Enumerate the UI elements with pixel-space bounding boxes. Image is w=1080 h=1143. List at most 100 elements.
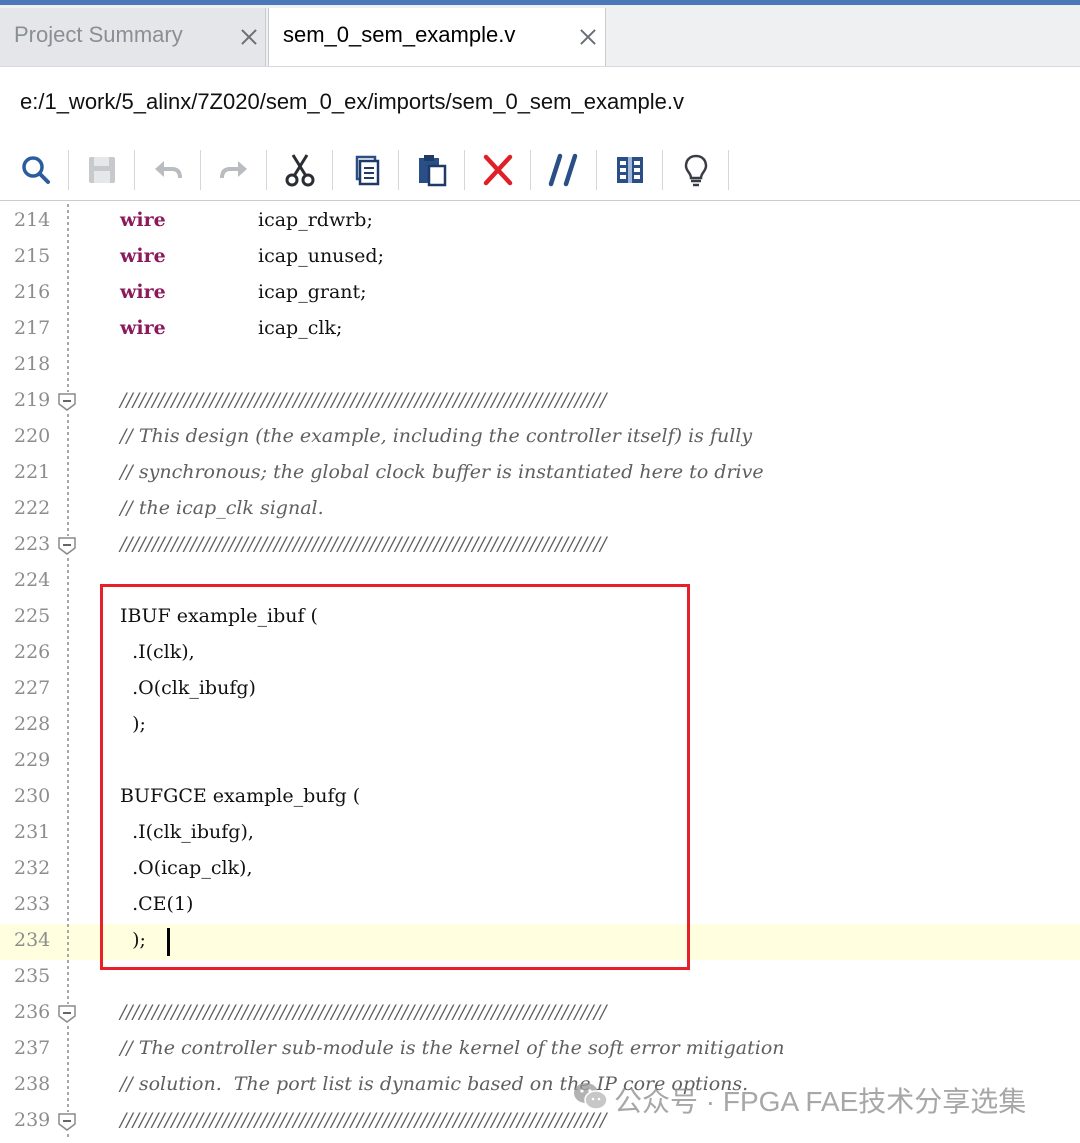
line-number: 219	[14, 389, 51, 411]
line-number: 216	[14, 281, 51, 303]
code-comment: // the icap_clk signal.	[120, 497, 324, 519]
gutter-marker	[67, 240, 69, 276]
gutter-marker	[67, 636, 69, 672]
close-icon[interactable]	[579, 28, 597, 46]
gutter-marker	[67, 420, 69, 456]
toolbar-separator	[728, 150, 729, 190]
line-number: 221	[14, 461, 51, 483]
line-number: 218	[14, 353, 51, 375]
code-line[interactable]: 217 wire icap_clk;	[0, 312, 1080, 348]
line-number: 222	[14, 497, 51, 519]
delete-icon[interactable]	[480, 152, 516, 188]
line-number: 225	[14, 605, 51, 627]
gutter-marker	[67, 276, 69, 312]
code-text: icap_clk;	[258, 317, 343, 339]
line-number: 238	[14, 1073, 51, 1095]
toolbar-separator	[596, 150, 597, 190]
highlight-annotation-box	[100, 584, 690, 970]
comment-icon[interactable]	[546, 152, 582, 188]
tab-sem-example-label: sem_0_sem_example.v	[283, 22, 516, 47]
code-line[interactable]: 215 wire icap_unused;	[0, 240, 1080, 276]
gutter-marker	[67, 348, 69, 384]
code-keyword: wire	[120, 317, 166, 339]
close-icon[interactable]	[240, 28, 258, 46]
code-text: icap_grant;	[258, 281, 367, 303]
fold-toggle-icon[interactable]	[57, 1112, 77, 1132]
gutter-marker	[67, 888, 69, 924]
line-number: 230	[14, 785, 51, 807]
gutter-marker	[67, 492, 69, 528]
gutter-marker	[67, 456, 69, 492]
code-keyword: wire	[120, 281, 166, 303]
tab-sem-example[interactable]: sem_0_sem_example.v	[268, 8, 606, 66]
code-line[interactable]: 236 /////////////////////////////////////…	[0, 996, 1080, 1032]
line-number: 224	[14, 569, 51, 591]
code-comment: // This design (the example, including t…	[120, 425, 753, 447]
gutter-marker	[67, 564, 69, 600]
code-keyword: wire	[120, 245, 166, 267]
line-number: 231	[14, 821, 51, 843]
save-icon[interactable]	[84, 152, 120, 188]
code-line[interactable]: 237 // The controller sub-module is the k…	[0, 1032, 1080, 1068]
code-line[interactable]: 219 /////////////////////////////////////…	[0, 384, 1080, 420]
code-keyword: wire	[120, 209, 166, 231]
gutter-marker	[67, 960, 69, 996]
bulb-icon[interactable]	[678, 152, 714, 188]
gutter-marker	[67, 708, 69, 744]
line-number: 235	[14, 965, 51, 987]
columns-icon[interactable]	[612, 152, 648, 188]
file-path-bar: e:/1_work/5_alinx/7Z020/sem_0_ex/imports…	[0, 66, 1080, 139]
code-line[interactable]: 218	[0, 348, 1080, 384]
tab-project-summary[interactable]: Project Summary	[0, 8, 266, 66]
editor-toolbar	[0, 140, 1080, 200]
code-line[interactable]: 222 // the icap_clk signal.	[0, 492, 1080, 528]
search-icon[interactable]	[18, 152, 54, 188]
gutter-marker	[67, 1068, 69, 1104]
gutter-marker	[67, 852, 69, 888]
paste-icon[interactable]	[414, 152, 450, 188]
code-comment: // synchronous; the global clock buffer …	[120, 461, 764, 483]
fold-toggle-icon[interactable]	[57, 392, 77, 412]
gutter-marker	[67, 924, 69, 960]
line-number: 232	[14, 857, 51, 879]
code-line[interactable]: 214 wire icap_rdwrb;	[0, 204, 1080, 240]
code-text: icap_unused;	[258, 245, 384, 267]
code-line[interactable]: 220 // This design (the example, includin…	[0, 420, 1080, 456]
code-comment: ////////////////////////////////////////…	[120, 1001, 607, 1023]
code-text: icap_rdwrb;	[258, 209, 373, 231]
line-number: 215	[14, 245, 51, 267]
line-number: 217	[14, 317, 51, 339]
fold-toggle-icon[interactable]	[57, 536, 77, 556]
line-number: 214	[14, 209, 51, 231]
gutter-marker	[67, 600, 69, 636]
line-number: 220	[14, 425, 51, 447]
redo-icon[interactable]	[216, 152, 252, 188]
toolbar-separator	[134, 150, 135, 190]
gutter-marker	[67, 1032, 69, 1068]
gutter-marker	[67, 816, 69, 852]
line-number: 239	[14, 1109, 51, 1131]
line-number: 237	[14, 1037, 51, 1059]
code-comment: ////////////////////////////////////////…	[120, 389, 607, 411]
undo-icon[interactable]	[150, 152, 186, 188]
gutter-marker	[67, 672, 69, 708]
file-path: e:/1_work/5_alinx/7Z020/sem_0_ex/imports…	[20, 89, 684, 114]
code-comment: ////////////////////////////////////////…	[120, 1109, 607, 1131]
code-line[interactable]: 221 // synchronous; the global clock buff…	[0, 456, 1080, 492]
code-line[interactable]: 216 wire icap_grant;	[0, 276, 1080, 312]
toolbar-separator	[398, 150, 399, 190]
line-number: 226	[14, 641, 51, 663]
toolbar-separator	[266, 150, 267, 190]
line-number: 228	[14, 713, 51, 735]
line-number: 234	[14, 929, 51, 951]
code-comment: ////////////////////////////////////////…	[120, 533, 607, 555]
code-line[interactable]: 223 /////////////////////////////////////…	[0, 528, 1080, 564]
toolbar-separator	[332, 150, 333, 190]
watermark-text: 公众号 · FPGA FAE技术分享选集	[614, 1086, 1027, 1117]
fold-toggle-icon[interactable]	[57, 1004, 77, 1024]
toolbar-separator	[530, 150, 531, 190]
cut-icon[interactable]	[282, 152, 318, 188]
toolbar-separator	[464, 150, 465, 190]
copy-icon[interactable]	[348, 152, 384, 188]
gutter-marker	[67, 204, 69, 240]
